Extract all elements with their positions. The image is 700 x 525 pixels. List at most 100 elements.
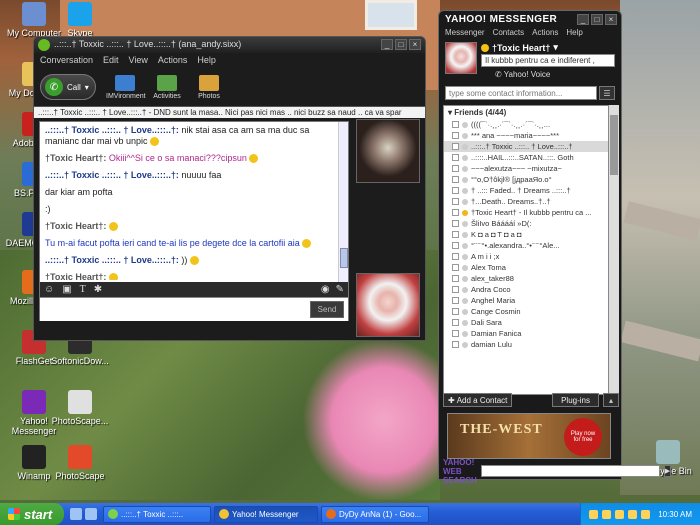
chat-message: ..:::..† Toxxic ..:::.. † Love..:::..†: … [45,125,343,147]
menu-item[interactable]: Help [197,55,216,66]
message-text: )) [181,255,188,265]
start-button[interactable]: start [0,503,64,525]
friends-scrollbar[interactable] [609,105,619,395]
friend-row[interactable]: ..::::..HAIL..:::..SATAN..:::. Goth [444,152,608,163]
add-contact-button[interactable]: ✚ Add a Contact [443,393,513,407]
friend-row[interactable]: *** ana ~~~~maria~~~~*** [444,130,608,141]
friend-row[interactable]: †Toxic Heart† - Il kubbb pentru ca ... [444,207,608,218]
menu-item[interactable]: Actions [532,28,558,39]
conversation-title-bar[interactable]: ..:::..† Toxxic ..:::.. † Love..:::..† (… [34,37,425,53]
messenger-window: YAHOO! MESSENGER _ □ × Messenger Contacts… [438,10,672,485]
ad-play-badge[interactable]: Play now for free [564,418,602,456]
search-icon[interactable]: ▶ [663,465,672,477]
browser-icon[interactable] [85,508,97,520]
status-message-field[interactable]: Il kubbb pentru ca e indiferent , [481,54,615,67]
toolbar-button[interactable]: Photos [190,74,228,100]
friend-row[interactable]: ((((¯`·.¸¸.·´¯`·.¸¸.·´¯`·.¸¸... [444,119,608,130]
friend-row[interactable]: Alex Toma [444,262,608,273]
friend-row[interactable]: † ..::: Faded.. † Dreams ..:::..† [444,185,608,196]
friend-row[interactable]: Andra Coco [444,284,608,295]
volume-icon[interactable] [641,509,651,519]
friend-avatar-icon [452,264,459,271]
friend-name: *** ana ~~~~maria~~~~*** [471,131,559,140]
menu-item[interactable]: Edit [103,55,119,66]
scroll-thumb[interactable] [340,248,348,268]
taskbar-button[interactable]: DyDy AnNa (1) - Goo... [321,505,429,523]
text-format-icon[interactable]: T [80,284,86,295]
friend-row[interactable]: K ◘ a ◘ T ◘ a ◘ [444,229,608,240]
chat-message: dar kiar am pofta [45,187,343,198]
friend-row[interactable]: ..:::..† Toxxic ..:::.. † Love..:::..† [444,141,608,152]
contact-status-line: ..:::..† Toxxic ..:::.. † Love..:::..† -… [34,106,425,118]
contact-avatar[interactable] [356,119,420,183]
buzz-icon[interactable]: ✱ [94,284,102,295]
friend-row[interactable]: °¨¨¨°•.alexandra..°•¨¨¨°Ale... [444,240,608,251]
message-input[interactable]: Send [40,297,348,321]
menu-item[interactable]: View [129,55,148,66]
friend-avatar-icon [452,297,459,304]
plugins-button[interactable]: Plug-ins [552,393,599,407]
desktop-icon[interactable]: Skype [48,2,112,38]
group-header[interactable]: ▾ Friends (4/44) [444,106,608,119]
chat-message: ..:::..† Toxxic ..:::.. † Love..:::..†: … [45,255,343,266]
yahoo-voice-link[interactable]: ✆ Yahoo! Voice [495,70,550,79]
friend-row[interactable]: °°o,O†ôkjl® [jдрааЯо.о° [444,174,608,185]
web-search-input[interactable] [480,465,660,477]
friend-row[interactable]: alex_taker88 [444,273,608,284]
list-options-icon[interactable]: ☰ [599,86,615,100]
profile-avatar[interactable] [445,42,477,74]
friend-name: A m i i ;x [471,252,500,261]
menu-item[interactable]: Help [566,28,582,39]
friend-row[interactable]: †...Death.. Dreams..†..† [444,196,608,207]
tray-icon[interactable] [615,509,625,519]
menu-item[interactable]: Messenger [445,28,485,39]
taskbar-button[interactable]: Yahoo! Messenger [214,505,318,523]
friend-row[interactable]: Anghel Maria [444,295,608,306]
close-icon[interactable]: × [605,14,617,25]
friend-avatar-icon [452,132,459,139]
friend-row[interactable]: A m i i ;x [444,251,608,262]
advertisement-banner[interactable]: THE-WEST Play now for free [447,413,611,459]
presence-icon [462,121,468,128]
attach-icon[interactable]: ✎ [336,284,344,295]
call-button[interactable]: ✆ Call ▾ [40,74,96,100]
menu-item[interactable]: Actions [158,55,188,66]
friend-name: °¨¨¨°•.alexandra..°•¨¨¨°Ale... [471,241,560,250]
desktop-icon[interactable]: PhotoScape... [48,390,112,426]
taskbar-button[interactable]: ..:::..† Toxxic ..:::.. [103,505,211,523]
friend-row[interactable]: Damian Fanica [444,328,608,339]
friend-row[interactable]: ~~~alexutza~~~ ~mixutza~ [444,163,608,174]
maximize-icon[interactable]: □ [591,14,603,25]
my-name[interactable]: †Toxic Heart† ▾ [481,42,558,53]
chevron-up-icon[interactable]: ▴ [603,393,619,407]
webcam-icon[interactable]: ◉ [321,284,330,295]
menu-item[interactable]: Contacts [493,28,525,39]
toolbar-button[interactable]: Activities [148,74,186,100]
audible-icon[interactable]: ▣ [62,284,71,295]
menu-item[interactable]: Conversation [40,55,93,66]
send-button[interactable]: Send [310,301,344,318]
maximize-icon[interactable]: □ [395,39,407,50]
contact-search: ☰ [439,84,621,102]
friend-row[interactable]: Dali Sara [444,317,608,328]
presence-icon [462,132,468,139]
friend-name: alex_taker88 [471,274,514,283]
tray-icon[interactable] [602,509,612,519]
desktop-icon[interactable]: PhotoScape [48,445,112,481]
chat-scrollbar[interactable] [338,122,348,282]
show-desktop-icon[interactable] [70,508,82,520]
friend-row[interactable]: ŠliIvo Bááááí »D(: [444,218,608,229]
friend-row[interactable]: Cange Cosmin [444,306,608,317]
friend-row[interactable]: damian Lulu [444,339,608,350]
minimize-icon[interactable]: _ [381,39,393,50]
close-icon[interactable]: × [409,39,421,50]
tray-icon[interactable] [628,509,638,519]
contact-search-input[interactable] [445,86,597,100]
tray-icon[interactable] [589,509,599,519]
my-avatar[interactable] [356,273,420,337]
toolbar-button[interactable]: IMVironment [106,74,146,100]
emoticon-icon[interactable]: ☺ [44,284,54,295]
scroll-thumb[interactable] [610,115,618,175]
presence-icon [462,198,468,205]
minimize-icon[interactable]: _ [577,14,589,25]
